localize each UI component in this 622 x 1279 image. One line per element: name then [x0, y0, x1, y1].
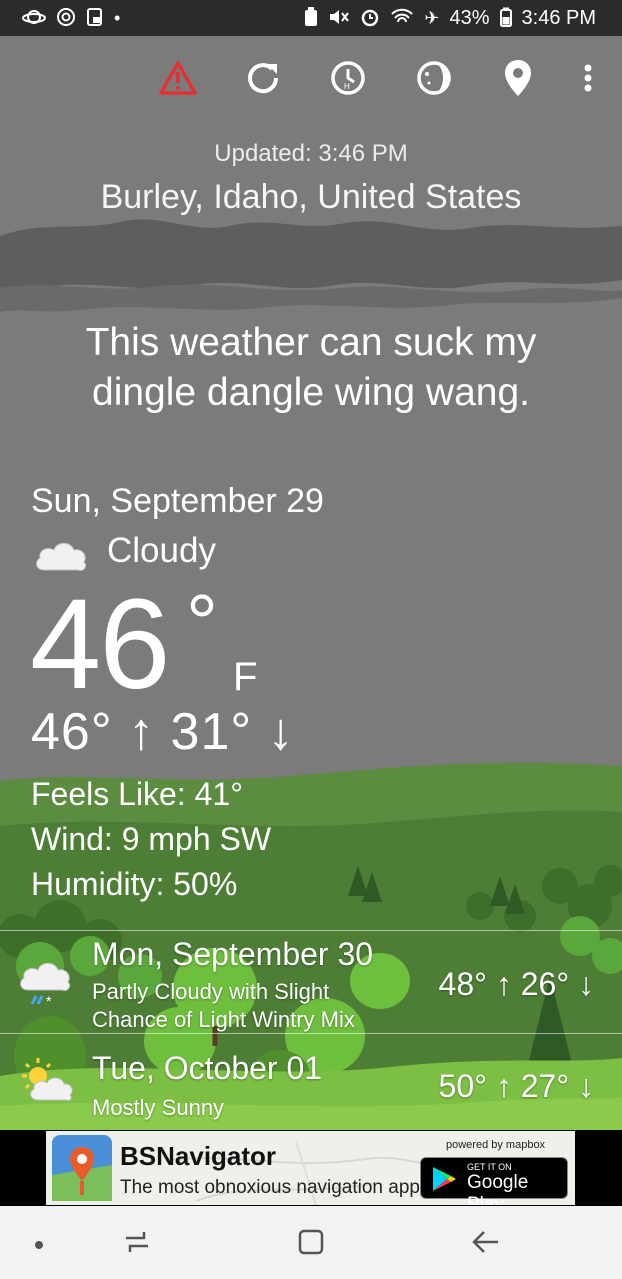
current-condition: Cloudy [107, 531, 216, 570]
google-play-icon [431, 1166, 457, 1197]
history-button[interactable]: H [326, 58, 370, 102]
powered-by-mapbox: powered by mapbox [446, 1139, 546, 1151]
airplane-mode-icon: ✈ [424, 8, 440, 28]
divider [0, 1033, 622, 1034]
ad-banner[interactable]: BSNavigator The most obnoxious navigatio… [46, 1131, 575, 1205]
humidity: Humidity: 50% [31, 866, 238, 902]
current-hi-lo: 46° ↑ 31° ↓ [31, 703, 295, 761]
cloud-wintry-mix-icon: * [18, 956, 76, 1014]
navigation-bar [0, 1206, 622, 1279]
forecast-row[interactable]: Tue, October 01 Mostly Sunny 50° ↑ 27° ↓ [0, 1036, 622, 1128]
forecast-desc: Partly Cloudy with Slight [92, 979, 330, 1004]
alert-icon [158, 60, 198, 101]
recent-apps-icon[interactable] [122, 1228, 152, 1261]
status-bar: • ✈ 43% 3:46 PM [0, 0, 622, 36]
sun-cloud-icon [18, 1056, 76, 1114]
forecast-row[interactable]: * Mon, September 30 Partly Cloudy with S… [0, 932, 622, 1032]
current-temperature: 46 [30, 573, 170, 716]
nav-dot-icon[interactable] [34, 1237, 44, 1255]
refresh-button[interactable] [241, 58, 285, 102]
wifi-icon [390, 7, 414, 30]
planet-icon [22, 8, 46, 29]
battery-icon [499, 7, 512, 30]
feels-like: Feels Like: 41° [31, 776, 244, 812]
notification-dot-icon: • [114, 8, 121, 28]
moon-phase-icon [414, 58, 454, 103]
status-right-icons: ✈ 43% 3:46 PM [304, 6, 596, 30]
status-time: 3:46 PM [521, 6, 596, 29]
moon-phase-button[interactable] [412, 58, 456, 102]
back-icon[interactable] [470, 1228, 500, 1261]
battery-percent: 43% [449, 6, 490, 29]
degree-symbol: ° [186, 578, 218, 667]
battery-saver-icon [304, 6, 318, 30]
google-play-small-text: GET IT ON [467, 1162, 512, 1172]
mute-icon [328, 7, 350, 30]
divider [0, 930, 622, 931]
more-options-icon [583, 63, 593, 98]
google-play-badge[interactable]: GET IT ON Google Play [420, 1157, 568, 1205]
refresh-icon [243, 58, 283, 103]
alert-button[interactable] [156, 58, 200, 102]
lifebuoy-icon [56, 7, 76, 30]
ad-title: BSNavigator [120, 1141, 277, 1171]
ad-tagline: The most obnoxious navigation app. [120, 1177, 426, 1198]
cloud-icon [32, 536, 90, 574]
location-button[interactable] [496, 58, 540, 102]
svg-text:H: H [344, 82, 350, 91]
forecast-date: Mon, September 30 [92, 936, 374, 972]
forecast-desc: Mostly Sunny [92, 1095, 225, 1120]
forecast-date: Tue, October 01 [92, 1050, 323, 1086]
current-date: Sun, September 29 [31, 482, 324, 520]
home-icon[interactable] [297, 1228, 325, 1261]
history-icon: H [328, 58, 368, 103]
alarm-icon [360, 7, 380, 30]
location-name[interactable]: Burley, Idaho, United States [0, 178, 622, 217]
forecast-hi-lo: 50° ↑ 27° ↓ [438, 1068, 594, 1104]
temperature-unit[interactable]: F [233, 655, 257, 700]
updated-time: Updated: 3:46 PM [214, 140, 408, 167]
forecast-hi-lo: 48° ↑ 26° ↓ [438, 966, 594, 1002]
forecast-desc: Chance of Light Wintry Mix [92, 1007, 355, 1032]
app-logo-icon [52, 1135, 112, 1201]
location-pin-icon [502, 58, 534, 103]
screenshot-icon [86, 7, 104, 30]
status-left-icons: • [22, 7, 120, 30]
svg-text:*: * [46, 993, 52, 1009]
wind: Wind: 9 mph SW [31, 821, 272, 857]
more-options-button[interactable] [566, 58, 610, 102]
google-play-text: Google Play [467, 1172, 529, 1205]
weather-quote: This weather can suck my dingle dangle w… [85, 321, 537, 414]
